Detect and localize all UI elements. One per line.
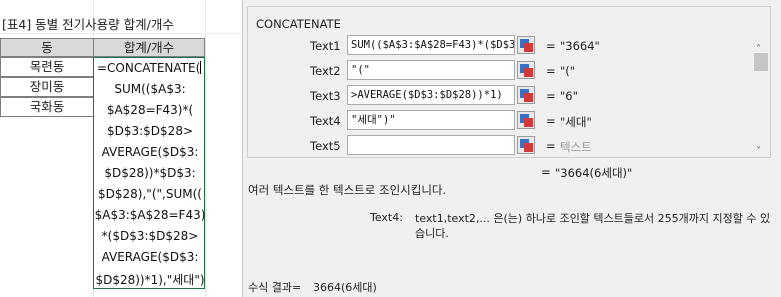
formula-line: =CONCATENATE( <box>97 61 202 75</box>
arg-value-text3: "6" <box>560 89 578 103</box>
gridline <box>0 33 242 34</box>
formula-line: $A$28=F43)*( <box>106 103 194 117</box>
arguments-group: CONCATENATE Text1 SUM(($A$3:$A$28=F43)*(… <box>247 6 771 158</box>
arg-equals: = <box>546 64 556 78</box>
function-result-value: "3664(6세대)" <box>555 166 633 180</box>
arg-label-text2: Text2 <box>310 64 341 78</box>
formula-result-value: 3664(6세대) <box>313 281 377 294</box>
function-name: CONCATENATE <box>256 17 341 31</box>
formula-line: SUM(($A$3: <box>114 82 186 96</box>
range-select-icon[interactable] <box>517 61 535 79</box>
arg-label-text5: Text5 <box>310 139 341 153</box>
range-select-icon[interactable] <box>517 86 535 104</box>
scroll-down-icon[interactable]: ˅ <box>756 146 766 157</box>
arg-value-text1: "3664" <box>560 39 600 53</box>
scrollbar-thumb[interactable] <box>754 53 768 71</box>
header-cell-sum-count[interactable]: 합계/개수 <box>93 38 205 57</box>
formula-line: $D$28),"(",SUM(( <box>98 187 202 201</box>
range-select-icon[interactable] <box>517 36 535 54</box>
arg-label-text3: Text3 <box>310 89 341 103</box>
arg-equals: = <box>546 139 556 153</box>
header-cell-dong[interactable]: 동 <box>0 38 94 57</box>
arg-equals: = <box>546 39 556 53</box>
arg-equals: = <box>546 114 556 128</box>
argument-help-text: text1,text2,... 은(는) 하나로 조인할 텍스트들로서 255개… <box>415 212 771 240</box>
range-select-icon[interactable] <box>517 136 535 154</box>
arg-input-text1[interactable]: SUM(($A$3:$A$28=F43)*($D$3:$D <box>347 35 515 55</box>
arg-equals: = <box>546 89 556 103</box>
formula-line: *($D$3:$D$28> <box>101 229 199 243</box>
cell-dong-row-2[interactable]: 장미동 <box>0 77 94 97</box>
arg-label-text4: Text4 <box>310 114 341 128</box>
arg-input-text5[interactable] <box>347 135 515 155</box>
arg-value-text4: "세대" <box>560 115 592 129</box>
cell-dong-row-1[interactable]: 목련동 <box>0 57 94 77</box>
arg-input-text3[interactable]: >AVERAGE($D$3:$D$28))*1) <box>347 85 515 105</box>
formula-result-label: 수식 결과= <box>248 281 302 294</box>
formula-line: AVERAGE($D$3: <box>101 250 199 264</box>
spreadsheet-area: [표4] 동별 전기사용량 합계/개수 동 합계/개수 목련동 장미동 국화동 … <box>0 0 242 297</box>
arg-input-text4[interactable]: "세대")" <box>347 110 515 130</box>
text-caret <box>200 61 202 74</box>
cell-dong-row-3[interactable]: 국화동 <box>0 97 94 117</box>
formula-line: $A$3:$A$28=F43) <box>94 208 206 222</box>
arg-label-text1: Text1 <box>310 39 341 53</box>
formula-line: $D$28))*$D$3: <box>104 166 196 180</box>
active-editing-cell[interactable]: =CONCATENATE( SUM(($A$3: $A$28=F43)*( $D… <box>93 57 205 289</box>
arg-value-text5: 텍스트 <box>560 140 592 154</box>
formula-line: AVERAGE($D$3: <box>101 145 199 159</box>
arg-value-text2: "(" <box>560 64 576 78</box>
function-arguments-dialog: CONCATENATE Text1 SUM(($A$3:$A$28=F43)*(… <box>242 0 781 297</box>
range-select-icon[interactable] <box>517 111 535 129</box>
result-equals: = <box>541 165 551 179</box>
function-description: 여러 텍스트를 한 텍스트로 조인시킵니다. <box>248 183 447 197</box>
formula-line: $D$28))*1),"세대") <box>95 273 205 287</box>
formula-line: $D$3:$D$28> <box>106 124 194 138</box>
arg-input-text2[interactable]: "(" <box>347 60 515 80</box>
argument-help-label: Text4: <box>370 211 403 224</box>
sheet-title-cell[interactable]: [표4] 동별 전기사용량 합계/개수 <box>2 14 174 33</box>
